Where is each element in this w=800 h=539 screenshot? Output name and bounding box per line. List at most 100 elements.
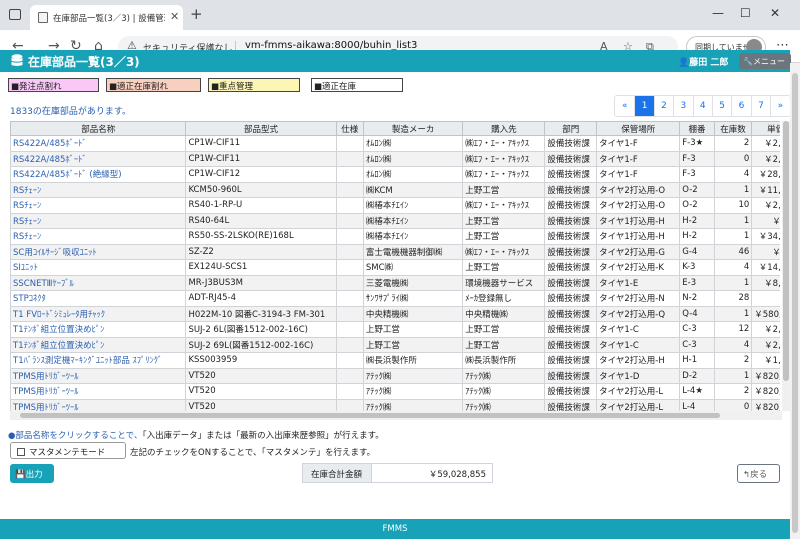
table-cell: 設備技術課 [544,274,598,291]
new-tab-icon[interactable]: + [190,5,203,23]
pagination: «1 2 3 4 5 6 7» [614,95,791,117]
note-text: を行えます。 [324,448,376,458]
table-cell: RS50-SS-2LSKO(RE)168L [185,228,337,245]
part-name-link[interactable]: RSﾁｪｰﾝ [10,197,187,214]
table-cell: ￥820,000 [751,398,780,411]
table-cell: 0 [713,398,753,411]
pager-page[interactable]: 5 [711,96,731,116]
part-name-link[interactable]: RS422A/485ﾎﾞｰﾄﾞ [10,135,187,152]
app-header: 在庫部品一覧(3／3) 👤藤田 二郎 🔧メニュー [0,50,791,72]
table-cell: 設備技術課 [544,398,598,411]
tab-title: 在庫部品一覧(3／3) | 設備管理 [53,14,165,24]
maintenance-label: マスタメンテモード [29,448,106,458]
part-name-link[interactable]: SC用ｺｲﾙｻｰｼﾞ吸収ﾕﾆｯﾄ [10,243,187,260]
legend-label: 発注点割れ [19,82,62,92]
table-cell: タイヤ2打込用-Q [596,305,681,322]
table-row: RSﾁｪｰﾝ RS40-1-RP-U ㈱椿本ﾁｴｲﾝ ㈱ｴﾌ・ｴｰ・ｱｷｯｸｽ 設備技術… [10,197,780,214]
part-name-link[interactable]: SIﾕﾆｯﾄ [10,259,187,276]
pager-page[interactable]: 7 [750,96,770,116]
table-cell: ￥820,000 [751,383,780,400]
table-header-row: 部品名称 部品型式 仕様 製造メーカ 購入先 部門 保管場所 棚番 在庫数 単価 [10,121,780,136]
table-row: STPｺﾈｸﾀ ADT-RJ45-4 ｻﾝﾜｻﾌﾟﾗｲ㈱ ﾒｰｶ登録無し 設備技術課 タイ… [10,290,780,307]
pager-page[interactable]: 1 [634,96,654,116]
close-window-icon[interactable]: ✕ [770,6,780,20]
part-name-link[interactable]: RS422A/485ﾎﾞｰﾄﾞ (絶縁型) [10,166,187,183]
column-header: 部品名称 [10,121,187,136]
menu-button[interactable]: 🔧メニュー [739,53,791,69]
table-cell [335,305,364,322]
table-cell [335,290,364,307]
table-cell [335,367,364,384]
table-horizontal-scrollbar[interactable] [10,411,782,420]
part-name-link[interactable]: T1ﾃﾝﾎﾞ組立位置決めﾋﾟﾝ [10,336,187,353]
table-cell: ㈱ｴﾌ・ｴｰ・ｱｷｯｸｽ [462,135,546,152]
close-tab-icon[interactable]: ✕ [170,10,179,23]
table-cell: ￥2,050 [751,197,780,214]
part-name-link[interactable]: RSﾁｪｰﾝ [10,228,187,245]
column-header: 部門 [544,121,598,136]
table-cell: N-2 [679,290,715,307]
table-cell: 設備技術課 [544,135,598,152]
back-button[interactable]: ↰戻る [737,464,780,483]
part-name-link[interactable]: TPMS用ﾄﾘｶﾞｰﾂｰﾙ [10,398,187,411]
pager-prev[interactable]: « [615,96,634,116]
part-name-link[interactable]: RS422A/485ﾎﾞｰﾄﾞ [10,150,187,167]
scroll-thumb[interactable] [20,413,720,418]
browser-tab[interactable]: 在庫部品一覧(3／3) | 設備管理 ✕ [30,5,183,30]
part-name-link[interactable]: RSﾁｪｰﾝ [10,212,187,229]
export-label: 出力 [25,470,43,480]
table-cell: 中央精機㈱ [462,305,546,322]
table-cell [335,398,364,411]
part-name-link[interactable]: SSCNETⅢｹｰﾌﾞﾙ [10,274,187,291]
table-cell: ￥11,190 [751,181,780,198]
scroll-thumb[interactable] [792,73,798,533]
minimize-icon[interactable]: — [712,6,724,20]
table-cell: H022M-10 図番C-3194-3 FM-301 [185,305,337,322]
table-cell: 46 [713,243,753,260]
table-cell: 設備技術課 [544,181,598,198]
table-cell [335,352,364,369]
table-vertical-scrollbar[interactable] [782,121,790,411]
table-cell: ｱﾃｯｸ㈱ [462,398,546,411]
master-maintenance-toggle[interactable]: マスタメンテモード [10,442,126,459]
table-cell: CP1W-CIF11 [185,135,337,152]
part-name-link[interactable]: TPMS用ﾄﾘｶﾞｰﾂｰﾙ [10,383,187,400]
table-cell: 設備技術課 [544,305,598,322]
part-name-link[interactable]: TPMS用ﾄﾘｶﾞｰﾂｰﾙ [10,367,187,384]
table-cell: ￥817 [751,212,780,229]
table-cell: 上野工営 [462,228,546,245]
pager-page[interactable]: 2 [653,96,673,116]
table-cell: ￥2,840 [751,150,780,167]
pager-page[interactable]: 4 [692,96,712,116]
table-cell: 12 [713,321,753,338]
pager-next[interactable]: » [770,96,789,116]
scroll-thumb[interactable] [783,121,789,381]
page-scrollbar[interactable] [790,63,800,539]
part-name-link[interactable]: T1 FVﾛｰﾄﾞｼﾐｭﾚｰﾀ用ﾁｬｯｸ [10,305,187,322]
table-cell: 2 [713,135,753,152]
table-cell: ㈱長浜製作所 [462,352,546,369]
pager-page[interactable]: 3 [673,96,692,116]
table-cell: 上野工営 [462,321,546,338]
export-button[interactable]: 💾出力 [10,464,54,483]
pager-page[interactable]: 6 [731,96,750,116]
table-cell: タイヤ1-C [596,321,681,338]
part-name-link[interactable]: RSﾁｪｰﾝ [10,181,187,198]
column-header: 製造メーカ [362,121,464,136]
part-name-link[interactable]: STPｺﾈｸﾀ [10,290,187,307]
usage-note: ●部品名称をクリックすることで、「入出庫データ」または「最新の入出庫来歴参照」が… [8,429,384,441]
table-row: RSﾁｪｰﾝ RS50-SS-2LSKO(RE)168L ㈱椿本ﾁｴｲﾝ 上野工営 設備… [10,228,780,245]
table-cell: L-4★ [679,383,715,400]
maximize-icon[interactable]: ☐ [740,6,751,20]
table-cell: 1 [713,305,753,322]
table-cell: タイヤ1-D [596,367,681,384]
table-cell: KSS003959 [185,352,337,369]
part-name-link[interactable]: T1ﾊﾞﾗﾝｽ測定機ﾏｰｷﾝｸﾞﾕﾆｯﾄ部品 ｽﾌﾟﾘﾝｸﾞ [10,352,187,369]
checkbox[interactable] [17,448,25,456]
window-menu-icon[interactable] [9,9,21,20]
part-name-link[interactable]: T1ﾃﾝﾎﾞ組立位置決めﾋﾟﾝ [10,321,187,338]
table-cell: CP1W-CIF12 [185,166,337,183]
table-cell: タイヤ2打込用-N [596,290,681,307]
table-cell: 1 [713,367,753,384]
table-cell: ㈱KCM [362,181,464,198]
